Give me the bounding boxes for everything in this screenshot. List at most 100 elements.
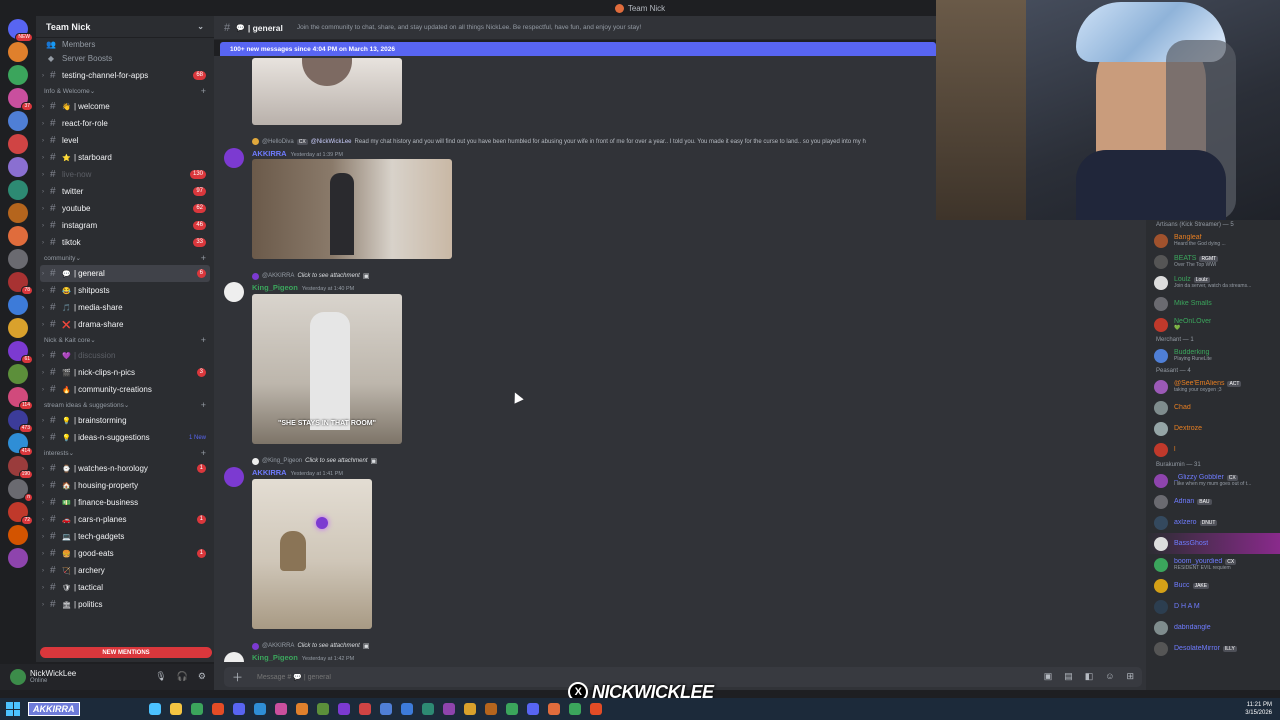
channel-topic[interactable]: Join the community to chat, share, and s… <box>297 24 641 31</box>
member-item[interactable]: Chad <box>1146 397 1280 418</box>
channel-tiktok[interactable]: › # tiktok 33 <box>40 234 210 251</box>
channel-housing-property[interactable]: › # 🏠 | housing-property <box>40 477 210 494</box>
member-item[interactable]: Mike Smalls <box>1146 293 1280 314</box>
channel-discussion[interactable]: › # 💜 | discussion <box>40 347 210 364</box>
gif-attachment[interactable] <box>252 479 372 629</box>
channel-general[interactable]: › # 💬 | general 6 <box>40 265 210 282</box>
taskbar-app-icon[interactable] <box>590 703 602 715</box>
reply-author[interactable]: @HelloDiva <box>262 139 294 145</box>
gif-attachment[interactable]: "SHE STAYS IN THAT ROOM" <box>252 294 402 444</box>
server-icon[interactable]: 78 <box>8 272 33 295</box>
channel-nick-clips-n-pics[interactable]: › # 🎬 | nick-clips-n-pics 3 <box>40 364 210 381</box>
reply-preview[interactable]: @HelloDiva CX @NickWickLee Read my chat … <box>252 138 866 145</box>
member-item[interactable]: boom_yourdied CX RESIDENT EVIL requiem <box>1146 554 1280 575</box>
avatar[interactable] <box>224 652 244 662</box>
taskbar-app-icon[interactable] <box>464 703 476 715</box>
channel-youtube[interactable]: › # youtube 62 <box>40 200 210 217</box>
avatar[interactable] <box>224 467 244 487</box>
message-author[interactable]: AKKIRRA Yesterday at 1:39 PM <box>252 149 343 158</box>
server-icon[interactable] <box>8 364 28 384</box>
avatar[interactable] <box>224 282 244 302</box>
server-icon[interactable] <box>8 111 28 131</box>
channel-shitposts[interactable]: › # 😂 | shitposts <box>40 282 210 299</box>
channel-react-for-role[interactable]: › # react-for-role <box>40 115 210 132</box>
category-header[interactable]: stream ideas & suggestions ⌄ + <box>36 398 214 412</box>
channel-level[interactable]: › # level <box>40 132 210 149</box>
taskbar-app-icon[interactable] <box>149 703 161 715</box>
server-icon[interactable] <box>8 134 28 154</box>
member-item[interactable]: BassGhost <box>1146 533 1280 554</box>
gift-icon[interactable]: ▣ <box>1044 671 1053 682</box>
channel-starboard[interactable]: › # ⭐ | starboard <box>40 149 210 166</box>
server-icon[interactable] <box>8 226 28 246</box>
server-icon[interactable] <box>8 157 28 177</box>
add-attachment-icon[interactable]: ＋ <box>232 669 243 685</box>
reply-author[interactable]: @King_Pigeon <box>262 458 302 464</box>
server-icon[interactable] <box>8 548 28 568</box>
taskbar-app-icon[interactable] <box>443 703 455 715</box>
member-item[interactable]: BEATS RGMT Over The Top WWI <box>1146 251 1280 272</box>
channel-brainstorming[interactable]: › # 💡 | brainstorming <box>40 412 210 429</box>
reply-text[interactable]: Click to see attachment <box>297 273 359 279</box>
member-item[interactable]: Bangleaf Heard the God dying ... <box>1146 230 1280 251</box>
member-item[interactable]: l <box>1146 439 1280 460</box>
server-icon[interactable] <box>8 203 28 223</box>
author-name[interactable]: AKKIRRA <box>252 149 287 158</box>
member-item[interactable]: dabndangle <box>1146 617 1280 638</box>
server-icon[interactable] <box>8 295 28 315</box>
gif-icon[interactable]: ▤ <box>1064 671 1073 682</box>
server-icon[interactable]: 114 <box>8 387 33 410</box>
server-icon[interactable]: 414 <box>8 433 33 456</box>
reply-author[interactable]: @AKKIRRA <box>262 643 294 649</box>
channel-media-share[interactable]: › # 🎵 | media-share <box>40 299 210 316</box>
channel-live-now[interactable]: › # live-now 130 <box>40 166 210 183</box>
new-mentions-button[interactable]: NEW MENTIONS <box>40 647 212 658</box>
avatar[interactable] <box>10 669 26 685</box>
taskbar-app-icon[interactable] <box>338 703 350 715</box>
apps-icon[interactable]: ⊞ <box>1126 671 1134 682</box>
message-author[interactable]: King_Pigeon Yesterday at 1:42 PM <box>252 653 354 662</box>
channel-tech-gadgets[interactable]: › # 💻 | tech-gadgets <box>40 528 210 545</box>
channel-community-creations[interactable]: › # 🔥 | community-creations <box>40 381 210 398</box>
taskbar-app-icon[interactable] <box>527 703 539 715</box>
reply-author[interactable]: @AKKIRRA <box>262 273 294 279</box>
channel-archery[interactable]: › # 🏹 | archery <box>40 562 210 579</box>
channel-tactical[interactable]: › # 🛡 | tactical <box>40 579 210 596</box>
member-item[interactable]: D H A M <box>1146 596 1280 617</box>
microphone-icon[interactable]: 🎙 <box>155 671 166 682</box>
server-icon[interactable] <box>8 249 28 269</box>
gear-icon[interactable]: ⚙ <box>198 671 206 682</box>
add-channel-icon[interactable]: + <box>201 86 206 96</box>
channel-watches-n-horology[interactable]: › # ⌚ | watches-n-horology 1 <box>40 460 210 477</box>
member-item[interactable]: Bucc JAKE <box>1146 575 1280 596</box>
member-item[interactable]: NeOnLOver 💚 <box>1146 314 1280 335</box>
reply-mention[interactable]: @NickWickLee <box>311 139 352 145</box>
message-list[interactable]: @HelloDiva CX @NickWickLee Read my chat … <box>214 56 936 662</box>
server-header[interactable]: Team Nick ⌄ <box>36 16 214 38</box>
emoji-icon[interactable]: ☺ <box>1105 671 1114 682</box>
taskbar-app-icon[interactable] <box>401 703 413 715</box>
message-author[interactable]: AKKIRRA Yesterday at 1:41 PM <box>252 468 343 477</box>
category-header[interactable]: Info & Welcome ⌄ + <box>36 84 214 98</box>
taskbar-app-icon[interactable] <box>359 703 371 715</box>
member-item[interactable]: Budderking Playing RuneLite <box>1146 345 1280 366</box>
taskbar-app-icon[interactable] <box>254 703 266 715</box>
server-boosts-link[interactable]: ◆ Server Boosts <box>36 50 214 67</box>
sticker-icon[interactable]: ◧ <box>1085 671 1094 682</box>
channel-instagram[interactable]: › # instagram 46 <box>40 217 210 234</box>
category-header[interactable]: interests ⌄ + <box>36 446 214 460</box>
server-icon[interactable] <box>8 180 28 200</box>
server-icon[interactable] <box>8 42 28 62</box>
server-icon[interactable]: 37 <box>8 88 33 111</box>
message-input[interactable] <box>257 673 557 681</box>
channel-drama-share[interactable]: › # ❌ | drama-share <box>40 316 210 333</box>
add-channel-icon[interactable]: + <box>201 448 206 458</box>
taskbar-app-icon[interactable] <box>548 703 560 715</box>
channel-finance-business[interactable]: › # 💵 | finance-business <box>40 494 210 511</box>
author-name[interactable]: King_Pigeon <box>252 653 298 662</box>
author-name[interactable]: King_Pigeon <box>252 283 298 292</box>
server-icon[interactable] <box>8 318 28 338</box>
channel-cars-n-planes[interactable]: › # 🚗 | cars-n-planes 1 <box>40 511 210 528</box>
member-item[interactable]: axlzero DNUT <box>1146 512 1280 533</box>
server-icon[interactable] <box>8 525 28 545</box>
